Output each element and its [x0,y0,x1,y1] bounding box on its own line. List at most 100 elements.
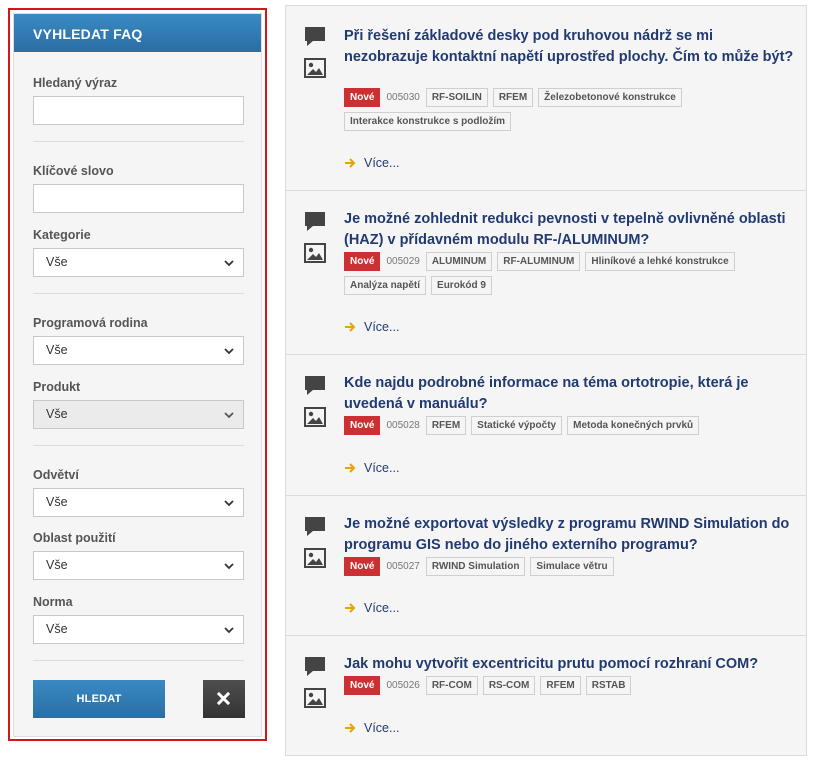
product-selected-value: Vše [46,407,68,421]
arrow-right-icon [345,603,356,613]
tag[interactable]: RWIND Simulation [425,557,526,576]
tag[interactable]: RSTAB [585,676,632,695]
more-link[interactable]: Více... [344,461,399,475]
faq-tags: Nové 005026 RF-COM RS-COM RFEM RSTAB [344,676,764,700]
new-badge: Nové [344,88,381,107]
new-badge: Nové [344,252,381,271]
faq-id: 005029 [386,256,420,267]
tag[interactable]: Analýza napětí [344,276,427,295]
tag[interactable]: Statické výpočty [471,416,563,435]
tag[interactable]: RF-SOILIN [425,88,488,107]
arrow-right-icon [345,463,356,473]
chevron-down-icon [224,627,234,634]
industry-select[interactable]: Vše [33,488,244,517]
keyword-label: Klíčové slovo [33,164,114,178]
keyword-field: Klíčové slovo [33,164,244,213]
arrow-right-icon [345,723,356,733]
comment-icon [305,376,325,395]
chevron-down-icon [224,412,234,419]
application-area-selected-value: Vše [46,558,68,572]
divider [33,445,244,446]
standard-select[interactable]: Vše [33,615,244,644]
reset-button[interactable] [203,680,245,718]
arrow-right-icon [345,322,356,332]
more-link-label: Více... [364,721,400,735]
tag[interactable]: RFEM [425,416,467,435]
category-label: Kategorie [33,228,91,242]
image-icon [304,407,326,427]
new-badge: Nové [344,557,381,576]
search-term-field: Hledaný výraz [33,76,244,125]
chevron-down-icon [224,563,234,570]
faq-search-panel: VYHLEDAT FAQ Hledaný výraz Klíčové slovo… [13,13,262,737]
faq-tags: Nové 005029 ALUMINUM RF-ALUMINUM Hliníko… [344,252,764,300]
more-link-label: Více... [364,461,400,475]
standard-field: Norma Vše [33,595,244,644]
search-button[interactable]: HLEDAT [33,680,165,718]
faq-item: Je možné zohlednit redukci pevnosti v te… [286,191,806,355]
product-label: Produkt [33,380,81,394]
comment-icon [305,212,325,231]
divider [33,293,244,294]
category-selected-value: Vše [46,255,68,269]
tag[interactable]: Železobetonové konstrukce [538,88,682,107]
program-family-selected-value: Vše [46,343,68,357]
more-link[interactable]: Více... [344,721,399,735]
tag[interactable]: Eurokód 9 [431,276,492,295]
chevron-down-icon [224,260,234,267]
application-area-select[interactable]: Vše [33,551,244,580]
category-select[interactable]: Vše [33,248,244,277]
more-link[interactable]: Více... [344,601,399,615]
faq-title-link[interactable]: Při řešení základové desky pod kruhovou … [344,26,794,68]
product-select[interactable]: Vše [33,400,244,429]
industry-selected-value: Vše [46,495,68,509]
standard-selected-value: Vše [46,622,68,636]
image-icon [304,243,326,263]
faq-id: 005028 [386,420,420,431]
search-term-label: Hledaný výraz [33,76,118,90]
comment-icon [305,657,325,676]
image-icon [304,548,326,568]
arrow-right-icon [345,158,356,168]
new-badge: Nové [344,416,381,435]
tag[interactable]: RFEM [540,676,581,695]
faq-item: Je možné exportovat výsledky z programu … [286,496,806,636]
panel-title: VYHLEDAT FAQ [14,14,261,52]
tag[interactable]: ALUMINUM [425,252,493,271]
divider [33,660,244,661]
faq-title-link[interactable]: Je možné zohlednit redukci pevnosti v te… [344,209,794,251]
category-field: Kategorie Vše [33,228,244,277]
faq-list: Při řešení základové desky pod kruhovou … [285,5,807,756]
more-link[interactable]: Více... [344,320,399,334]
faq-tags: Nové 005028 RFEM Statické výpočty Metoda… [344,416,764,440]
product-field: Produkt Vše [33,380,244,429]
tag[interactable]: Interakce konstrukce s podložím [344,112,512,131]
more-link[interactable]: Více... [344,156,399,170]
tag[interactable]: Hliníkové a lehké konstrukce [585,252,735,271]
more-link-label: Více... [364,156,400,170]
tag[interactable]: Metoda konečných prvků [567,416,700,435]
faq-item: Jak mohu vytvořit excentricitu prutu pom… [286,636,806,755]
faq-item: Kde najdu podrobné informace na téma ort… [286,355,806,496]
tag[interactable]: Simulace větru [530,557,614,576]
new-badge: Nové [344,676,381,695]
faq-title-link[interactable]: Je možné exportovat výsledky z programu … [344,514,794,556]
faq-title-link[interactable]: Kde najdu podrobné informace na téma ort… [344,373,794,415]
keyword-input[interactable] [33,184,244,213]
image-icon [304,688,326,708]
tag[interactable]: RS-COM [482,676,536,695]
tag[interactable]: RF-COM [425,676,478,695]
faq-id: 005030 [386,92,420,103]
faq-item: Při řešení základové desky pod kruhovou … [286,6,806,191]
faq-tags: Nové 005030 RF-SOILIN RFEM Železobetonov… [344,88,764,136]
industry-label: Odvětví [33,468,79,482]
program-family-label: Programová rodina [33,316,148,330]
faq-title-link[interactable]: Jak mohu vytvořit excentricitu prutu pom… [344,654,794,675]
tag[interactable]: RF-ALUMINUM [497,252,581,271]
chevron-down-icon [224,500,234,507]
tag[interactable]: RFEM [492,88,534,107]
program-family-select[interactable]: Vše [33,336,244,365]
close-icon [217,692,230,705]
application-area-label: Oblast použití [33,531,116,545]
search-term-input[interactable] [33,96,244,125]
